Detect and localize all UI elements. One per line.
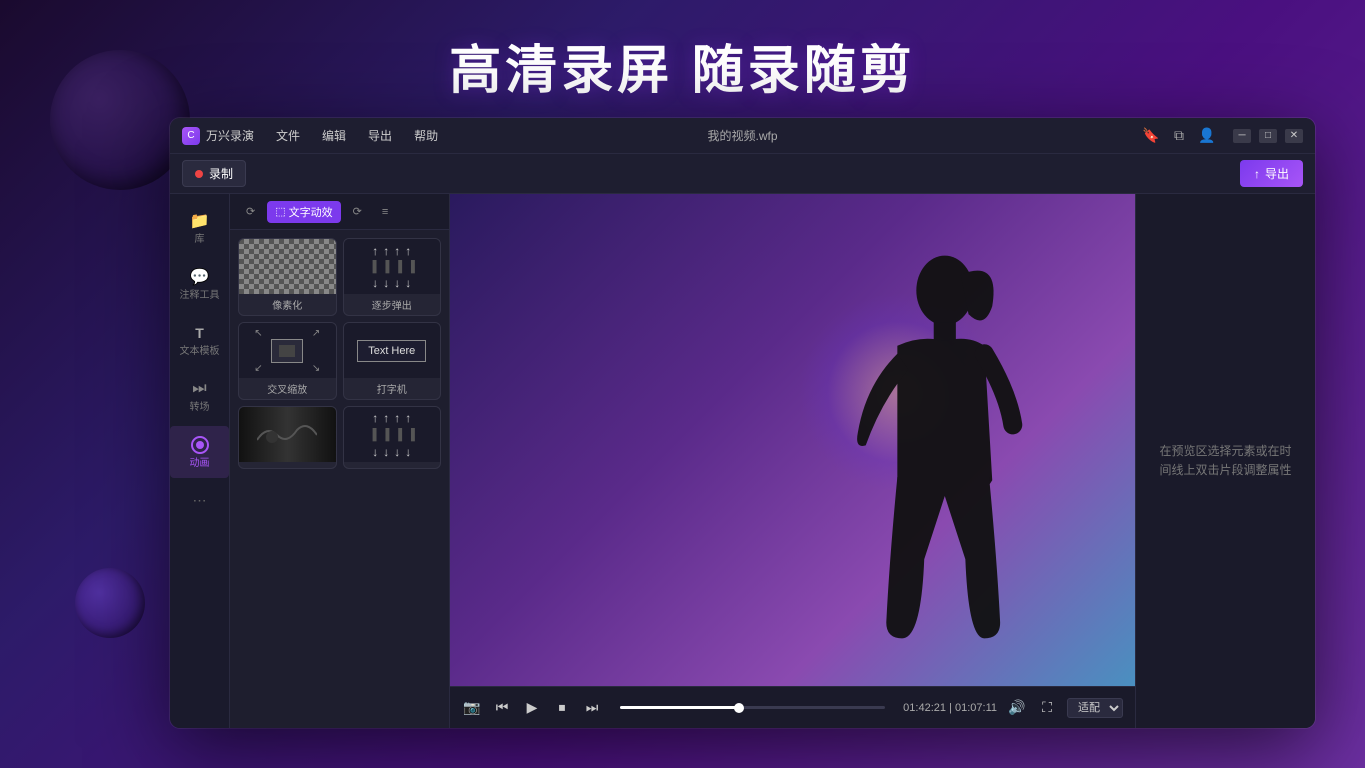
menu-file[interactable]: 文件: [266, 125, 310, 146]
menu-edit[interactable]: 编辑: [312, 125, 356, 146]
effect-label-6: [344, 462, 441, 468]
progress-bar[interactable]: [620, 706, 885, 709]
time-current: 01:42:21: [903, 702, 946, 714]
panel-tab-text-label: 文字动效: [289, 204, 333, 220]
sidebar-item-transition[interactable]: ⏭ 转场: [170, 370, 229, 422]
bookmark-icon[interactable]: 🔖: [1143, 128, 1159, 144]
record-dot: [195, 170, 203, 178]
title-bar: C 万兴录演 文件 编辑 导出 帮助 我的视频.wfp 🔖 ⧉ 👤 ─ □ ✕: [170, 118, 1315, 154]
fullscreen-button[interactable]: ⛶: [1037, 698, 1057, 718]
panel-tab-rotate[interactable]: ⟳: [238, 202, 263, 221]
volume-icon[interactable]: 🔊: [1007, 698, 1027, 718]
main-toolbar: 录制 ↑ 导出: [170, 154, 1315, 194]
annotation-icon: 💬: [189, 266, 211, 288]
sidebar-item-library[interactable]: 📁 库: [170, 202, 229, 254]
progress-thumb: [734, 703, 744, 713]
video-preview: [450, 194, 1135, 686]
effects-grid: 像素化 ↑ ↑ ↑ ↑ ▐ ▐ ▐: [230, 230, 449, 477]
fit-select[interactable]: 适配: [1067, 698, 1123, 718]
file-name: 我的视频.wfp: [707, 127, 777, 144]
effect-item-pixelate[interactable]: 像素化: [238, 238, 337, 316]
effect-label-wave: [239, 462, 336, 468]
title-icons: 🔖 ⧉ 👤: [1143, 128, 1215, 144]
panel-tabs: ⟳ ⬚ 文字动效 ⟳ ≡: [230, 194, 449, 230]
bg-sphere-bottom-left: [75, 568, 145, 638]
refresh-icon: ⟳: [353, 205, 362, 218]
effect-label-pixelate: 像素化: [239, 294, 336, 315]
panel-area: ⟳ ⬚ 文字动效 ⟳ ≡ 像素化: [230, 194, 450, 728]
transition-icon: ⏭: [189, 378, 211, 400]
sidebar-item-animation[interactable]: 动画: [170, 426, 229, 478]
skip-back-button[interactable]: ⏮: [492, 698, 512, 718]
export-label: 导出: [1265, 165, 1289, 182]
rotate-icon: ⟳: [246, 205, 255, 218]
play-button[interactable]: ▶: [522, 698, 542, 718]
effect-item-wave[interactable]: [238, 406, 337, 469]
progress-fill: [620, 706, 739, 709]
app-name: 万兴录演: [206, 127, 254, 144]
copy-icon[interactable]: ⧉: [1171, 128, 1187, 144]
silhouette-figure: [842, 243, 1032, 686]
effect-label-zoom-cross: 交叉缩放: [239, 378, 336, 399]
playback-bar: 📷 ⏮ ▶ ⏹ ⏭ 01:42:21 | 01:07:11 🔊 ⛶ 适配: [450, 686, 1135, 728]
effect-item-popup[interactable]: ↑ ↑ ↑ ↑ ▐ ▐ ▐ ▐ ↓ ↓: [343, 238, 442, 316]
effect-label-popup: 逐步弹出: [344, 294, 441, 315]
animation-icon: [189, 434, 211, 456]
time-display: 01:42:21 | 01:07:11: [903, 702, 997, 714]
sidebar-item-annotation[interactable]: 💬 注释工具: [170, 258, 229, 310]
camera-button[interactable]: 📷: [462, 698, 482, 718]
sidebar-label-annotation: 注释工具: [180, 290, 220, 302]
effect-item-arrows[interactable]: ↑ ↑ ↑ ↑ ▐ ▐ ▐ ▐ ↓ ↓: [343, 406, 442, 469]
sidebar-label-text-template: 文本模板: [180, 346, 220, 358]
stop-button[interactable]: ⏹: [552, 698, 572, 718]
video-bg: [450, 194, 1135, 686]
logo-char: C: [187, 130, 194, 141]
effect-item-zoom-cross[interactable]: ↖ ↗ ↙ ↘ 交叉缩放: [238, 322, 337, 400]
sidebar-item-text-template[interactable]: T 文本模板: [170, 314, 229, 366]
text-template-icon: T: [189, 322, 211, 344]
effect-item-typewriter[interactable]: Text Here → 打字机: [343, 322, 442, 400]
right-panel-hint: 在预览区选择元素或在时间线上双击片段调整属性: [1156, 442, 1295, 480]
export-button[interactable]: ↑ 导出: [1240, 160, 1303, 187]
left-sidebar: 📁 库 💬 注释工具 T 文本模板 ⏭ 转场: [170, 194, 230, 728]
main-content: 📁 库 💬 注释工具 T 文本模板 ⏭ 转场: [170, 194, 1315, 728]
panel-tab-refresh[interactable]: ⟳: [345, 202, 370, 221]
more-icon[interactable]: ⋯: [193, 492, 207, 509]
app-window: C 万兴录演 文件 编辑 导出 帮助 我的视频.wfp 🔖 ⧉ 👤 ─ □ ✕ …: [170, 118, 1315, 728]
sidebar-label-animation: 动画: [190, 458, 210, 470]
record-button[interactable]: 录制: [182, 160, 246, 187]
time-total: 01:07:11: [955, 702, 997, 714]
main-heading: 高清录屏 随录随剪: [0, 28, 1365, 103]
record-label: 录制: [209, 165, 233, 182]
library-icon: 📁: [189, 210, 211, 232]
panel-tab-menu[interactable]: ≡: [374, 203, 396, 221]
user-icon[interactable]: 👤: [1199, 128, 1215, 144]
menu-export[interactable]: 导出: [358, 125, 402, 146]
effect-label-typewriter: 打字机: [344, 378, 441, 399]
export-icon: ↑: [1254, 167, 1260, 181]
menu-bar: 文件 编辑 导出 帮助: [266, 125, 448, 146]
skip-forward-button[interactable]: ⏭: [582, 698, 602, 718]
text-icon: ⬚: [275, 205, 285, 218]
window-controls: 🔖 ⧉ 👤 ─ □ ✕: [1143, 128, 1303, 144]
sidebar-label-library: 库: [195, 234, 205, 246]
center-area: 📷 ⏮ ▶ ⏹ ⏭ 01:42:21 | 01:07:11 🔊 ⛶ 适配: [450, 194, 1135, 728]
menu-icon: ≡: [382, 206, 388, 218]
maximize-button[interactable]: □: [1259, 129, 1277, 143]
close-button[interactable]: ✕: [1285, 129, 1303, 143]
sidebar-label-transition: 转场: [190, 402, 210, 414]
menu-help[interactable]: 帮助: [404, 125, 448, 146]
minimize-button[interactable]: ─: [1233, 129, 1251, 143]
right-panel: 在预览区选择元素或在时间线上双击片段调整属性: [1135, 194, 1315, 728]
app-logo: C: [182, 127, 200, 145]
panel-tab-text-effect[interactable]: ⬚ 文字动效: [267, 201, 340, 223]
